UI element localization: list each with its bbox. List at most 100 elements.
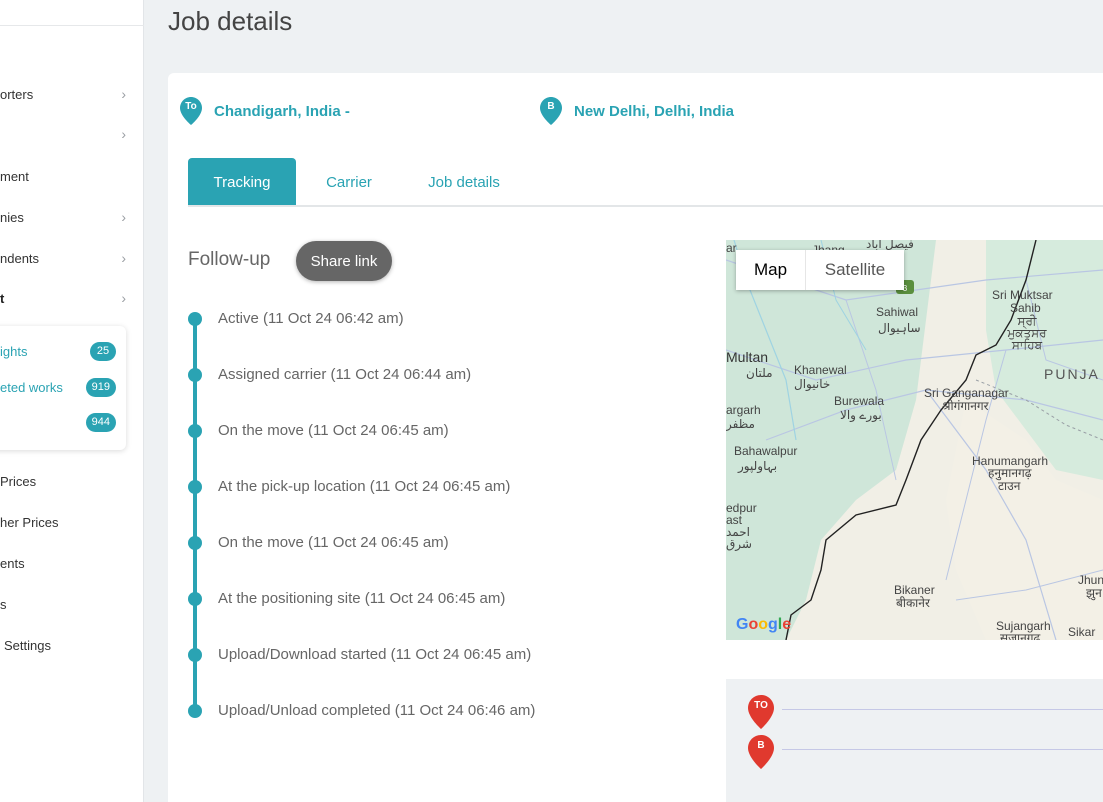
sidebar-item-companies[interactable]: nies › [0,202,144,232]
sidebar-item-label: her Prices [0,514,59,530]
map-label-sujangarh-hi: सुजानगढ़ [1000,631,1041,640]
timeline-event: Assigned carrier (11 Oct 24 06:44 am) [188,365,688,385]
timeline-event-text: Upload/Download started (11 Oct 24 06:45… [218,646,532,663]
timeline-event-text: Active (11 Oct 24 06:42 am) [218,310,404,327]
count-badge: 919 [85,378,116,397]
page-title: Job details [168,6,293,36]
map-label-sahib: Sahib [1010,301,1041,315]
map-label-edge-ast-ur2: شرق [726,537,752,551]
timeline-dot [188,536,202,550]
sidebar: orters › › ment nies › ndents › t › ight… [0,0,144,802]
chevron-right-icon: › [121,290,126,306]
count-badge: 944 [85,413,116,432]
timeline-event: Active (11 Oct 24 06:42 am) [188,309,688,329]
chevron-right-icon: › [121,126,126,142]
map-label-sri-muktsar-pa: ਸ੍ਰੀ ਮੁਕਤਸਰ ਸਾਹਿਬ [1007,314,1047,352]
map-label-bikaner-hi: बीकानेर [896,596,930,610]
sidebar-item-label: orters [0,86,34,102]
timeline-event: At the positioning site (11 Oct 24 06:45… [188,589,688,609]
timeline-dot [188,312,202,326]
map-label-jhun-hi: झुन [1086,586,1102,600]
count-badge: 25 [90,342,116,361]
timeline-event-text: At the pick-up location (11 Oct 24 06:45… [218,478,511,495]
submenu-item-freights[interactable]: ights 25 [0,340,126,364]
submenu-item-label: ights [0,344,28,359]
timeline-dot [188,592,202,606]
map-marker-icon: TO [748,695,774,729]
origin-label: Chandigarh, India - [214,102,350,120]
timeline-event-text: On the move (11 Oct 24 06:45 am) [218,534,449,551]
location-pin-icon: To [180,97,202,125]
submenu-item-completed-works[interactable]: eted works 919 [0,376,126,400]
map-view-button[interactable]: Map [736,250,806,290]
job-card: To Chandigarh, India - B New Delhi, Delh… [168,73,1103,802]
satellite-view-button[interactable]: Satellite [806,250,904,290]
map-label-sri-ganganagar: Sri Ganganagar [924,386,1009,400]
destination-label: New Delhi, Delhi, India [574,102,735,120]
map-label-edge-argarh-ur: مظفر [726,417,755,431]
timeline-event-text: On the move (11 Oct 24 06:45 am) [218,422,449,439]
sidebar-item-management[interactable]: ment [0,161,144,191]
origin-location: To Chandigarh, India - [180,97,350,125]
map-label-khanewal-ur: خانیوال [794,377,831,391]
sidebar-item-label: s [0,596,7,612]
route-row-origin: TO [748,695,1103,729]
route-panel: TO B [726,679,1103,802]
map-label-top: فيصل آباد [866,240,914,251]
marker-label: B [757,740,765,751]
timeline-dot [188,648,202,662]
tab-underline [188,205,1103,207]
sidebar-item-label: Prices [0,473,37,489]
sidebar-item-active-section[interactable]: t › [0,283,144,313]
tab-carrier[interactable]: Carrier [304,158,394,206]
map-label-hanumangarh-hi: हनुमानगढ़ [988,466,1032,480]
map-label-jhun: Jhun [1078,573,1103,587]
timeline-dot [188,704,202,718]
map-label-bikaner: Bikaner [894,583,935,597]
marker-label: TO [754,700,768,711]
pin-label: To [185,101,197,112]
destination-location: B New Delhi, Delhi, India [540,97,734,125]
map-label-sahiwal: Sahiwal [876,305,919,319]
sidebar-item-unnamed[interactable]: › [0,119,144,149]
map-label-sri-ganganagar-hi: श्रीगंगानगर [942,399,989,413]
tab-job-details[interactable]: Job details [410,158,518,206]
sidebar-item-settings[interactable]: Settings [0,630,144,660]
tab-tracking[interactable]: Tracking [188,158,296,206]
map-label-burewala-ur: بورے والا [840,408,882,422]
map-type-toggle: Map Satellite [736,250,904,290]
map-label-bahawalpur: Bahawalpur [734,444,798,458]
sidebar-item-label: nies [0,209,24,225]
map-label-burewala: Burewala [834,394,885,408]
google-logo: Google [736,616,792,633]
timeline-event: On the move (11 Oct 24 06:45 am) [188,533,688,553]
timeline-dot [188,424,202,438]
sidebar-item-other-prices[interactable]: her Prices [0,507,144,537]
sidebar-item-transporters[interactable]: orters › [0,79,144,109]
sidebar-item-dependents[interactable]: ndents › [0,243,144,273]
map-label-multan-ur: ملتان [746,366,773,380]
sidebar-item-label: t [0,290,5,306]
sidebar-item-label: Settings [4,637,51,653]
map-label-hanumangarh-town: टाउन [998,479,1021,493]
submenu-item-all[interactable]: 944 [0,411,126,435]
map-label-bahawalpur-ur: بہاولپور [738,459,778,473]
map-label-sri-muktsar: Sri Muktsar [992,288,1053,302]
map-label-multan: Multan [726,349,769,365]
timeline-event: On the move (11 Oct 24 06:45 am) [188,421,688,441]
timeline-dot [188,480,202,494]
sidebar-submenu: ights 25 eted works 919 944 [0,326,126,450]
sidebar-item-label: ents [0,555,25,571]
tracking-map[interactable]: 3 Jhang فيصل آباد ar Multan ملتان Khanew… [726,240,1103,640]
map-label-khanewal: Khanewal [794,363,847,377]
route-line [782,749,1103,750]
sidebar-item-payments[interactable]: ents [0,548,144,578]
route-row-destination: B [748,735,1103,769]
timeline-event: Upload/Unload completed (11 Oct 24 06:46… [188,701,688,721]
sidebar-item-prices[interactable]: Prices [0,466,144,496]
map-marker-icon: B [748,735,774,769]
sidebar-item-misc[interactable]: s [0,589,144,619]
map-label-edge-argarh: argarh [726,403,761,417]
share-link-button[interactable]: Share link [296,241,392,281]
map-label-sahiwal-ur: ساہیوال [878,321,921,335]
